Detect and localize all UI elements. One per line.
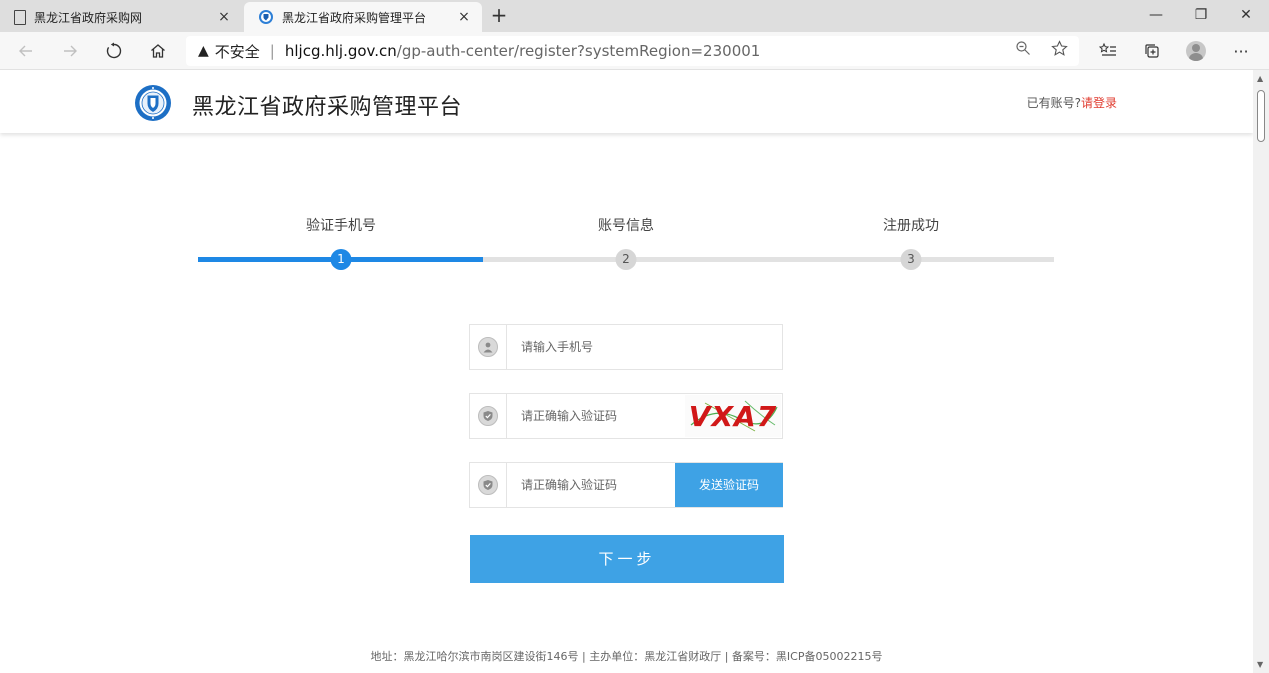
site-title: 黑龙江省政府采购管理平台 xyxy=(192,95,463,120)
address-bar[interactable]: ▲ 不安全 | hljcg.hlj.gov.cn/gp-auth-center/… xyxy=(186,36,1079,66)
favorites-list-icon[interactable] xyxy=(1096,39,1120,63)
tab-title: 黑龙江省政府采购管理平台 xyxy=(282,10,427,25)
insecure-label[interactable]: 不安全 xyxy=(215,41,260,62)
new-tab-button[interactable]: + xyxy=(488,4,510,28)
forward-icon[interactable] xyxy=(58,39,82,63)
back-icon[interactable] xyxy=(14,39,38,63)
user-icon xyxy=(478,337,498,357)
address-separator: | xyxy=(269,42,275,60)
browser-tab-procurement-net[interactable]: 黑龙江省政府采购网 × xyxy=(0,2,242,32)
send-code-button[interactable]: 发送验证码 xyxy=(675,463,783,507)
captcha-image[interactable]: VXA7 xyxy=(685,395,781,437)
step-dot-1: 1 xyxy=(330,249,352,270)
phone-field-icon-box xyxy=(470,325,507,369)
phone-input[interactable] xyxy=(521,325,681,369)
shield-check-icon xyxy=(478,406,498,426)
captcha-input[interactable] xyxy=(521,394,681,438)
step-label-register-success: 注册成功 xyxy=(883,218,939,234)
zoom-icon[interactable] xyxy=(1012,37,1034,59)
scroll-up-icon[interactable]: ▲ xyxy=(1257,74,1263,83)
login-hint-text: 已有账号? xyxy=(1026,96,1081,110)
scroll-thumb[interactable] xyxy=(1257,90,1265,142)
sms-field-icon-box xyxy=(470,463,507,507)
restore-button[interactable]: ❐ xyxy=(1178,4,1224,26)
collections-icon[interactable] xyxy=(1140,39,1164,63)
warning-icon: ▲ xyxy=(198,43,209,59)
page-content: 黑龙江省政府采购管理平台 已有账号?请登录 验证手机号 账号信息 注册成功 1 … xyxy=(0,70,1253,673)
government-emblem-logo-icon xyxy=(135,85,171,121)
tab-close-icon[interactable]: × xyxy=(456,9,472,25)
captcha-field: VXA7 xyxy=(469,393,783,439)
site-header: 黑龙江省政府采购管理平台 已有账号?请登录 xyxy=(0,70,1253,133)
login-link[interactable]: 请登录 xyxy=(1081,96,1117,110)
sms-code-field: 发送验证码 xyxy=(469,462,783,508)
step-label-account-info: 账号信息 xyxy=(598,218,654,234)
browser-tab-bar: 黑龙江省政府采购网 × 黑龙江省政府采购管理平台 × + — ❐ ✕ xyxy=(0,0,1269,32)
tab-close-icon[interactable]: × xyxy=(216,9,232,25)
favorite-star-icon[interactable] xyxy=(1048,37,1070,59)
captcha-field-icon-box xyxy=(470,394,507,438)
more-icon[interactable]: ··· xyxy=(1229,39,1253,63)
step-dot-2: 2 xyxy=(615,249,637,270)
step-dot-3: 3 xyxy=(900,249,922,270)
shield-check-icon xyxy=(478,475,498,495)
scroll-down-icon[interactable]: ▼ xyxy=(1257,660,1263,669)
login-hint: 已有账号?请登录 xyxy=(1027,94,1117,111)
profile-icon[interactable] xyxy=(1184,39,1208,63)
page-footer: 地址：黑龙江哈尔滨市南岗区建设街146号 | 主办单位：黑龙江省财政厅 | 备案… xyxy=(370,650,883,663)
browser-tab-management-platform[interactable]: 黑龙江省政府采购管理平台 × xyxy=(244,2,482,32)
tab-title: 黑龙江省政府采购网 xyxy=(34,10,143,25)
site-favicon-icon xyxy=(259,10,273,24)
sms-code-input[interactable] xyxy=(521,463,681,507)
url-host: hljcg.hlj.gov.cn xyxy=(284,42,397,60)
page-icon xyxy=(14,9,26,25)
url-path: /gp-auth-center/register?systemRegion=23… xyxy=(396,42,761,60)
minimize-button[interactable]: — xyxy=(1133,4,1179,26)
close-window-button[interactable]: ✕ xyxy=(1223,4,1269,26)
page-scrollbar[interactable]: ▲ ▼ xyxy=(1253,70,1269,673)
captcha-text: VXA7 xyxy=(689,400,777,433)
home-icon[interactable] xyxy=(146,39,170,63)
refresh-icon[interactable] xyxy=(102,39,126,63)
phone-field xyxy=(469,324,783,370)
next-step-button[interactable]: 下一步 xyxy=(470,535,784,583)
browser-toolbar: ▲ 不安全 | hljcg.hlj.gov.cn/gp-auth-center/… xyxy=(0,32,1269,70)
step-label-verify-phone: 验证手机号 xyxy=(306,218,376,234)
